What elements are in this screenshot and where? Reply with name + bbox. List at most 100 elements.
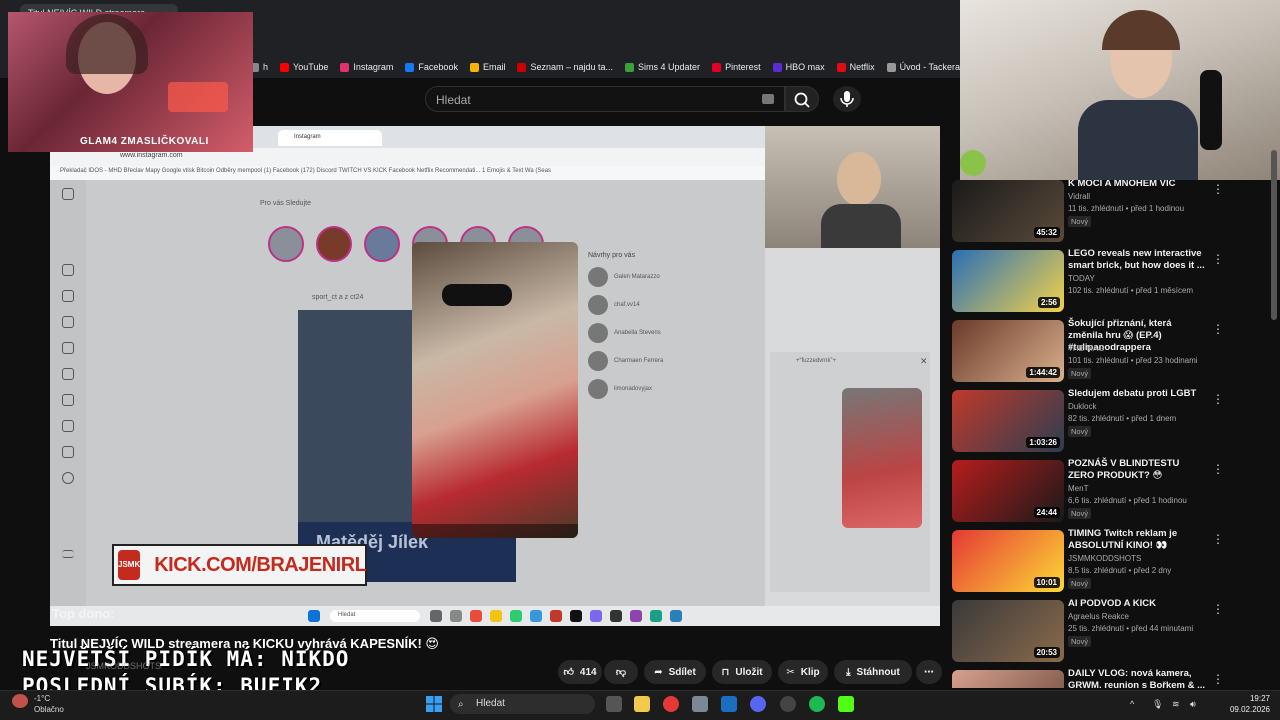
scrollbar[interactable] (1271, 150, 1277, 320)
overlay-line-1: NEJVĚTŠÍ PIDÍK MÁ: NIKDO (22, 647, 350, 671)
video-thumbnail[interactable]: 2:56 (952, 250, 1064, 312)
video-title[interactable]: AI PODVOD A KICK (1068, 598, 1208, 610)
channel-name[interactable]: JSMMKODDSHOTS (1068, 554, 1141, 563)
channel-name[interactable]: Agraelus Reakce (1068, 612, 1129, 621)
video-thumbnail[interactable]: 1:44:42 (952, 320, 1064, 382)
video-title[interactable]: K MOCI A MNOHEM VÍC (1068, 180, 1208, 190)
top-dono-label: Top dono: (52, 606, 115, 621)
clock[interactable]: 19:27 09.02.2026 (1212, 693, 1270, 715)
search-button[interactable] (785, 86, 819, 112)
channel-name[interactable]: Vidrall (1068, 192, 1090, 201)
suggested-header: Návrhy pro vás (588, 252, 636, 259)
spotify-icon[interactable] (809, 696, 825, 712)
streamer-hair (1102, 10, 1180, 50)
chrome-icon[interactable] (663, 696, 679, 712)
dislike-button[interactable]: 👎︎ (604, 660, 638, 684)
video-thumbnail[interactable]: 10:01 (952, 530, 1064, 592)
webcam-label: GLAM4 ZMASLIČKOVALI (80, 136, 209, 147)
suggested-item: Anabella Stevens (588, 319, 728, 347)
video-thumbnail[interactable]: 45:32 (952, 180, 1064, 242)
bookmark-favicon-icon (469, 62, 479, 72)
clip-button[interactable]: ✂ Klip (778, 660, 828, 684)
video-thumbnail[interactable]: 24:44 (952, 460, 1064, 522)
weather-icon[interactable] (12, 694, 28, 708)
app-icon[interactable] (721, 696, 737, 712)
app-icon (650, 610, 662, 622)
channel-name[interactable]: TODAY (1068, 274, 1095, 283)
more-vert-icon[interactable]: ⋮ (1212, 392, 1224, 406)
bookmark-item[interactable]: Facebook (405, 62, 458, 72)
bookmark-item[interactable]: Sims 4 Updater (625, 62, 700, 72)
more-vert-icon[interactable]: ⋮ (1212, 672, 1224, 686)
weather-temperature[interactable]: -1°C (34, 694, 50, 703)
recommended-video[interactable]: 45:32 K MOCI A MNOHEM VÍC Vidrall 11 tis. z… (950, 180, 1275, 244)
search-input[interactable]: Hledat (425, 86, 785, 112)
video-thumbnail[interactable]: 20:53 (952, 600, 1064, 662)
video-title[interactable]: TIMING Twitch reklam je ABSOLUTNÍ KINO! … (1068, 528, 1208, 552)
bookmark-item[interactable]: Seznam – najdu ta... (517, 62, 613, 72)
start-button[interactable] (426, 696, 442, 712)
task-view-icon[interactable] (606, 696, 622, 712)
chevron-up-icon[interactable]: ^ (1130, 699, 1134, 709)
share-button[interactable]: ➦ Sdílet (644, 660, 706, 684)
keyboard-icon[interactable] (762, 94, 774, 104)
video-thumbnail[interactable] (952, 670, 1064, 688)
more-vert-icon[interactable]: ⋮ (1212, 182, 1224, 196)
bookmark-favicon-icon (280, 62, 290, 72)
more-vert-icon[interactable]: ⋮ (1212, 462, 1224, 476)
more-vert-icon[interactable]: ⋮ (1212, 532, 1224, 546)
background-light (168, 82, 228, 112)
bookmark-item[interactable]: Email (469, 62, 505, 72)
settings-icon[interactable] (692, 696, 708, 712)
bookmark-favicon-icon (625, 62, 635, 72)
streamer-top (1078, 100, 1198, 180)
video-player[interactable]: Instagram www.instagram.com Překladač ID… (50, 126, 940, 626)
recommended-video[interactable]: 24:44 POZNÁŠ V BLINDTESTU ZERO PRODUKT? 😳… (950, 458, 1275, 524)
recommended-video[interactable]: 1:44:42 Šokující přiznání, která změnila … (950, 318, 1275, 384)
discord-icon[interactable] (750, 696, 766, 712)
bookmark-item[interactable]: YouTube (280, 62, 328, 72)
channel-name[interactable]: Duklock (1068, 402, 1096, 411)
download-icon: ⤓ (846, 666, 851, 678)
avatar (588, 379, 608, 399)
avatar (588, 323, 608, 343)
download-button[interactable]: ⤓ Stáhnout (834, 660, 912, 684)
new-badge: Nový (1068, 508, 1092, 519)
bookmark-item[interactable]: Netflix (836, 62, 875, 72)
like-button[interactable]: 👍︎ 414 (558, 660, 602, 684)
channel-name[interactable]: THE MAG (1068, 344, 1104, 353)
recommended-video[interactable]: 20:53 AI PODVOD A KICK Agraelus Reakce 25 t… (950, 598, 1275, 664)
bookmark-favicon-icon (517, 62, 527, 72)
recommended-video[interactable]: 10:01 TIMING Twitch reklam je ABSOLUTNÍ K… (950, 528, 1275, 594)
save-button[interactable]: ⊓ Uložit (712, 660, 772, 684)
channel-name[interactable]: MenT (1068, 484, 1088, 493)
video-title[interactable]: POZNÁŠ V BLINDTESTU ZERO PRODUKT? 😳 (1068, 458, 1208, 482)
video-title[interactable]: LEGO reveals new interactive smart brick… (1068, 248, 1208, 272)
bookmark-item[interactable]: Úvod - Tackera (886, 62, 960, 72)
more-vert-icon[interactable]: ⋮ (1212, 252, 1224, 266)
more-vert-icon[interactable]: ⋮ (1212, 322, 1224, 336)
bookmark-item[interactable]: Pinterest (712, 62, 761, 72)
bookmark-item[interactable]: HBO max (772, 62, 825, 72)
app-icon (630, 610, 642, 622)
app-icon[interactable] (780, 696, 796, 712)
more-vert-icon[interactable]: ⋮ (1212, 602, 1224, 616)
recommended-video[interactable]: 1:03:26 Sledujem debatu proti LGBT Duklock… (950, 388, 1275, 454)
weather-description[interactable]: Oblačno (34, 705, 64, 714)
taskbar-search[interactable]: Hledat (450, 694, 595, 714)
volume-icon[interactable]: 🔊︎ (1190, 699, 1196, 710)
stats-icon (62, 446, 74, 458)
mic-button[interactable] (833, 86, 861, 112)
mic-tray-icon[interactable]: 🎙︎ (1152, 699, 1163, 710)
more-actions-button[interactable]: ⋯ (916, 660, 942, 684)
kick-icon[interactable] (838, 696, 854, 712)
video-title[interactable]: Sledujem debatu proti LGBT (1068, 388, 1208, 400)
wifi-icon[interactable]: ≋ (1172, 699, 1180, 710)
video-thumbnail[interactable]: 1:03:26 (952, 390, 1064, 452)
bookmark-item[interactable]: Instagram (340, 62, 393, 72)
windows-icon (426, 696, 442, 712)
video-title[interactable]: DAILY VLOG: nová kamera, GRWM, reunion s… (1068, 668, 1208, 688)
recommended-video[interactable]: DAILY VLOG: nová kamera, GRWM, reunion s… (950, 668, 1275, 688)
file-explorer-icon[interactable] (634, 696, 650, 712)
recommended-video[interactable]: 2:56 LEGO reveals new interactive smart b… (950, 248, 1275, 314)
